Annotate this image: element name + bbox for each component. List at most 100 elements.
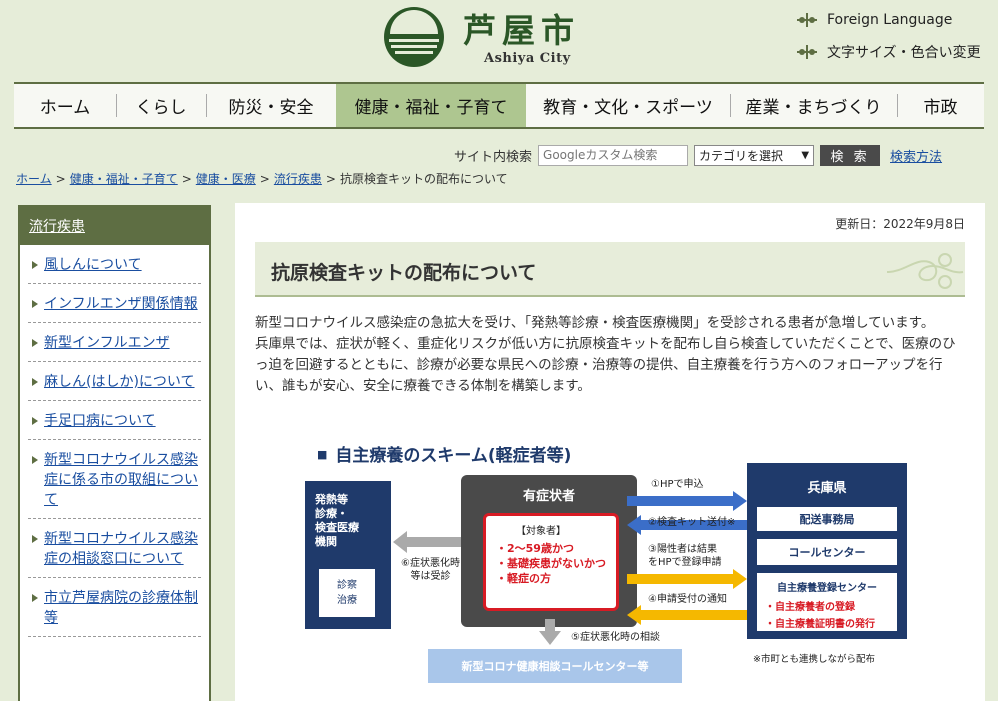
sidebar-item-link[interactable]: 新型コロナウイルス感染症の相談窓口について bbox=[44, 531, 198, 567]
nav-living[interactable]: くらし bbox=[116, 84, 206, 127]
nav-education-culture[interactable]: 教育・文化・スポーツ bbox=[526, 84, 730, 127]
condition-2: ・基礎疾患がないかつ bbox=[496, 557, 606, 570]
search-button[interactable]: 検 索 bbox=[820, 144, 881, 166]
city-logo[interactable]: 芦屋市 Ashiya City bbox=[383, 6, 593, 68]
nav-disaster-safety[interactable]: 防災・安全 bbox=[206, 84, 336, 127]
city-name-en: Ashiya City bbox=[484, 51, 571, 66]
page-title: 抗原検査キットの配布について bbox=[271, 262, 537, 284]
nav-city-admin[interactable]: 市政 bbox=[897, 84, 984, 127]
nav-label: 教育・文化・スポーツ bbox=[543, 98, 713, 118]
clinic-box: 発熱等 診療・ 検査医療 機関 診察 治療 bbox=[305, 481, 391, 629]
sprout-icon bbox=[797, 13, 817, 27]
arrow-1 bbox=[627, 491, 747, 511]
breadcrumb-health-medical[interactable]: 健康・医療 bbox=[196, 172, 256, 186]
sidebar-item-link[interactable]: 風しんについて bbox=[44, 257, 142, 273]
sidebar-item-link[interactable]: 麻しん(はしか)について bbox=[44, 374, 195, 390]
nav-label: 健康・福祉・子育て bbox=[354, 98, 508, 118]
nav-label: くらし bbox=[135, 98, 187, 118]
hyogo-box: 兵庫県 配送事務局 コールセンター 自主療養登録センター ・自主療養者の登録 ・… bbox=[747, 463, 907, 639]
breadcrumb-separator: > bbox=[181, 172, 192, 186]
footnote: ※市町とも連携しながら配布 bbox=[753, 654, 875, 665]
nav-label: 産業・まちづくり bbox=[745, 98, 882, 118]
sidebar-title: 流行疾患 bbox=[20, 207, 209, 245]
breadcrumb-separator: > bbox=[325, 172, 336, 186]
search-help-link[interactable]: 検索方法 bbox=[890, 146, 942, 165]
sidebar-item-link[interactable]: 手足口病について bbox=[44, 413, 156, 429]
arrow-5 bbox=[539, 619, 561, 645]
sidebar-item-link[interactable]: 新型コロナウイルス感染症に係る市の取組について bbox=[44, 452, 198, 508]
sidebar-item: 風しんについて bbox=[28, 245, 201, 284]
breadcrumb-current: 抗原検査キットの配布について bbox=[339, 172, 508, 186]
sidebar-title-link[interactable]: 流行疾患 bbox=[29, 216, 85, 236]
site-search: サイト内検索 カテゴリを選択 ▼ 検 索 検索方法 bbox=[454, 144, 942, 166]
sidebar-item-link[interactable]: 新型インフルエンザ bbox=[44, 335, 170, 351]
arrow-2-label: ②検査キット送付※ bbox=[648, 517, 736, 528]
nav-home[interactable]: ホーム bbox=[14, 84, 116, 127]
city-emblem-icon bbox=[384, 7, 444, 67]
breadcrumb-health-welfare[interactable]: 健康・福祉・子育て bbox=[70, 172, 178, 186]
chevron-down-icon: ▼ bbox=[801, 149, 810, 161]
sidebar-item: 新型コロナウイルス感染症に係る市の取組について bbox=[28, 440, 201, 519]
breadcrumb-home[interactable]: ホーム bbox=[16, 172, 52, 186]
patient-title: 有症状者 bbox=[522, 489, 575, 504]
registration-center-title: 自主療養登録センター bbox=[777, 583, 877, 594]
sidebar-item: 市立芦屋病院の診療体制等 bbox=[28, 578, 201, 637]
sidebar-item: 新型インフルエンザ bbox=[28, 323, 201, 362]
ornament-icon bbox=[886, 253, 964, 289]
sidebar-item-link[interactable]: インフルエンザ関係情報 bbox=[44, 296, 198, 312]
site-header: 芦屋市 Ashiya City Foreign Language 文字サイズ・色… bbox=[0, 0, 998, 80]
call-center: コールセンター bbox=[757, 539, 897, 565]
search-input[interactable] bbox=[538, 144, 689, 166]
breadcrumb-separator: > bbox=[55, 172, 66, 186]
category-select-value: カテゴリを選択 bbox=[699, 148, 784, 163]
arrow-3 bbox=[627, 569, 747, 589]
sidebar-list: 風しんについて インフルエンザ関係情報 新型インフルエンザ 麻しん(はしか)につ… bbox=[20, 245, 209, 637]
sidebar-item: 麻しん(はしか)について bbox=[28, 362, 201, 401]
foreign-language-label: Foreign Language bbox=[827, 12, 953, 28]
arrow-6-label: ⑥症状悪化時 等は受診 bbox=[401, 558, 460, 582]
nav-label: 市政 bbox=[923, 98, 958, 118]
arrow-3-label: ③陽性者は結果 をHPで登録申請 bbox=[648, 544, 722, 568]
text-size-color-link[interactable]: 文字サイズ・色合い変更 bbox=[795, 42, 981, 62]
category-select[interactable]: カテゴリを選択 ▼ bbox=[694, 144, 815, 166]
registration-center: 自主療養登録センター ・自主療養者の登録 ・自主療養証明書の発行 bbox=[757, 573, 897, 631]
consultation-center-box: 新型コロナ健康相談コールセンター等 bbox=[428, 649, 682, 683]
page-title-box: 抗原検査キットの配布について bbox=[255, 242, 965, 297]
target-label: 【対象者】 bbox=[516, 526, 566, 537]
condition-1: ・2～59歳かつ bbox=[496, 542, 574, 555]
registration-item-2: ・自主療養証明書の発行 bbox=[765, 619, 875, 630]
condition-3: ・軽症の方 bbox=[496, 572, 551, 585]
nav-health-welfare[interactable]: 健康・福祉・子育て bbox=[336, 84, 526, 127]
global-nav: ホーム くらし 防災・安全 健康・福祉・子育て 教育・文化・スポーツ 産業・まち… bbox=[14, 82, 984, 129]
main-content: 更新日：2022年9月8日 抗原検査キットの配布について 新型コロナウイルス感染… bbox=[235, 203, 985, 701]
foreign-language-link[interactable]: Foreign Language bbox=[795, 11, 952, 29]
sidebar-item: 手足口病について bbox=[28, 401, 201, 440]
nav-industry-town[interactable]: 産業・まちづくり bbox=[730, 84, 897, 127]
sidebar-item: 新型コロナウイルス感染症の相談窓口について bbox=[28, 519, 201, 578]
body-text: 新型コロナウイルス感染症の急拡大を受け、「発熱等診療・検査医療機関」を受診される… bbox=[255, 313, 967, 397]
arrow-4 bbox=[627, 605, 747, 625]
breadcrumb: ホーム > 健康・福祉・子育て > 健康・医療 > 流行疾患 > 抗原検査キットの配布について bbox=[16, 170, 508, 187]
figure-title: 自主療養のスキーム(軽症者等) bbox=[317, 441, 571, 466]
arrow-5-label: ⑤症状悪化時の相談 bbox=[571, 632, 660, 643]
target-box: 【対象者】 ・2～59歳かつ ・基礎疾患がないかつ ・軽症の方 bbox=[483, 513, 619, 611]
clinic-title: 発熱等 診療・ 検査医療 機関 bbox=[315, 493, 359, 548]
scheme-figure: 自主療養のスキーム(軽症者等) 発熱等 診療・ 検査医療 機関 診察 治療 ⑥症… bbox=[303, 433, 915, 693]
nav-label: 防災・安全 bbox=[228, 98, 314, 118]
patient-box: 有症状者 【対象者】 ・2～59歳かつ ・基礎疾患がないかつ ・軽症の方 bbox=[461, 475, 637, 627]
sidebar-item-link[interactable]: 市立芦屋病院の診療体制等 bbox=[44, 590, 198, 626]
paragraph: 新型コロナウイルス感染症の急拡大を受け、「発熱等診療・検査医療機関」を受診される… bbox=[255, 315, 935, 331]
sidebar: 流行疾患 風しんについて インフルエンザ関係情報 新型インフルエンザ 麻しん(は… bbox=[18, 205, 211, 701]
delivery-office: 配送事務局 bbox=[757, 507, 897, 531]
text-size-color-label: 文字サイズ・色合い変更 bbox=[827, 45, 981, 61]
city-name-jp: 芦屋市 bbox=[463, 11, 580, 50]
paragraph: 兵庫県では、症状が軽く、重症化リスクが低い方に抗原検査キットを配布し自ら検査して… bbox=[255, 336, 956, 394]
registration-item-1: ・自主療養者の登録 bbox=[765, 602, 855, 613]
breadcrumb-epidemic[interactable]: 流行疾患 bbox=[274, 172, 322, 186]
search-label: サイト内検索 bbox=[454, 149, 533, 165]
arrow-1-label: ①HPで申込 bbox=[651, 479, 704, 490]
sprout-icon bbox=[797, 45, 817, 59]
updated-date: 更新日：2022年9月8日 bbox=[835, 217, 965, 231]
clinic-inner: 診察 治療 bbox=[319, 569, 375, 617]
nav-label: ホーム bbox=[39, 98, 91, 118]
